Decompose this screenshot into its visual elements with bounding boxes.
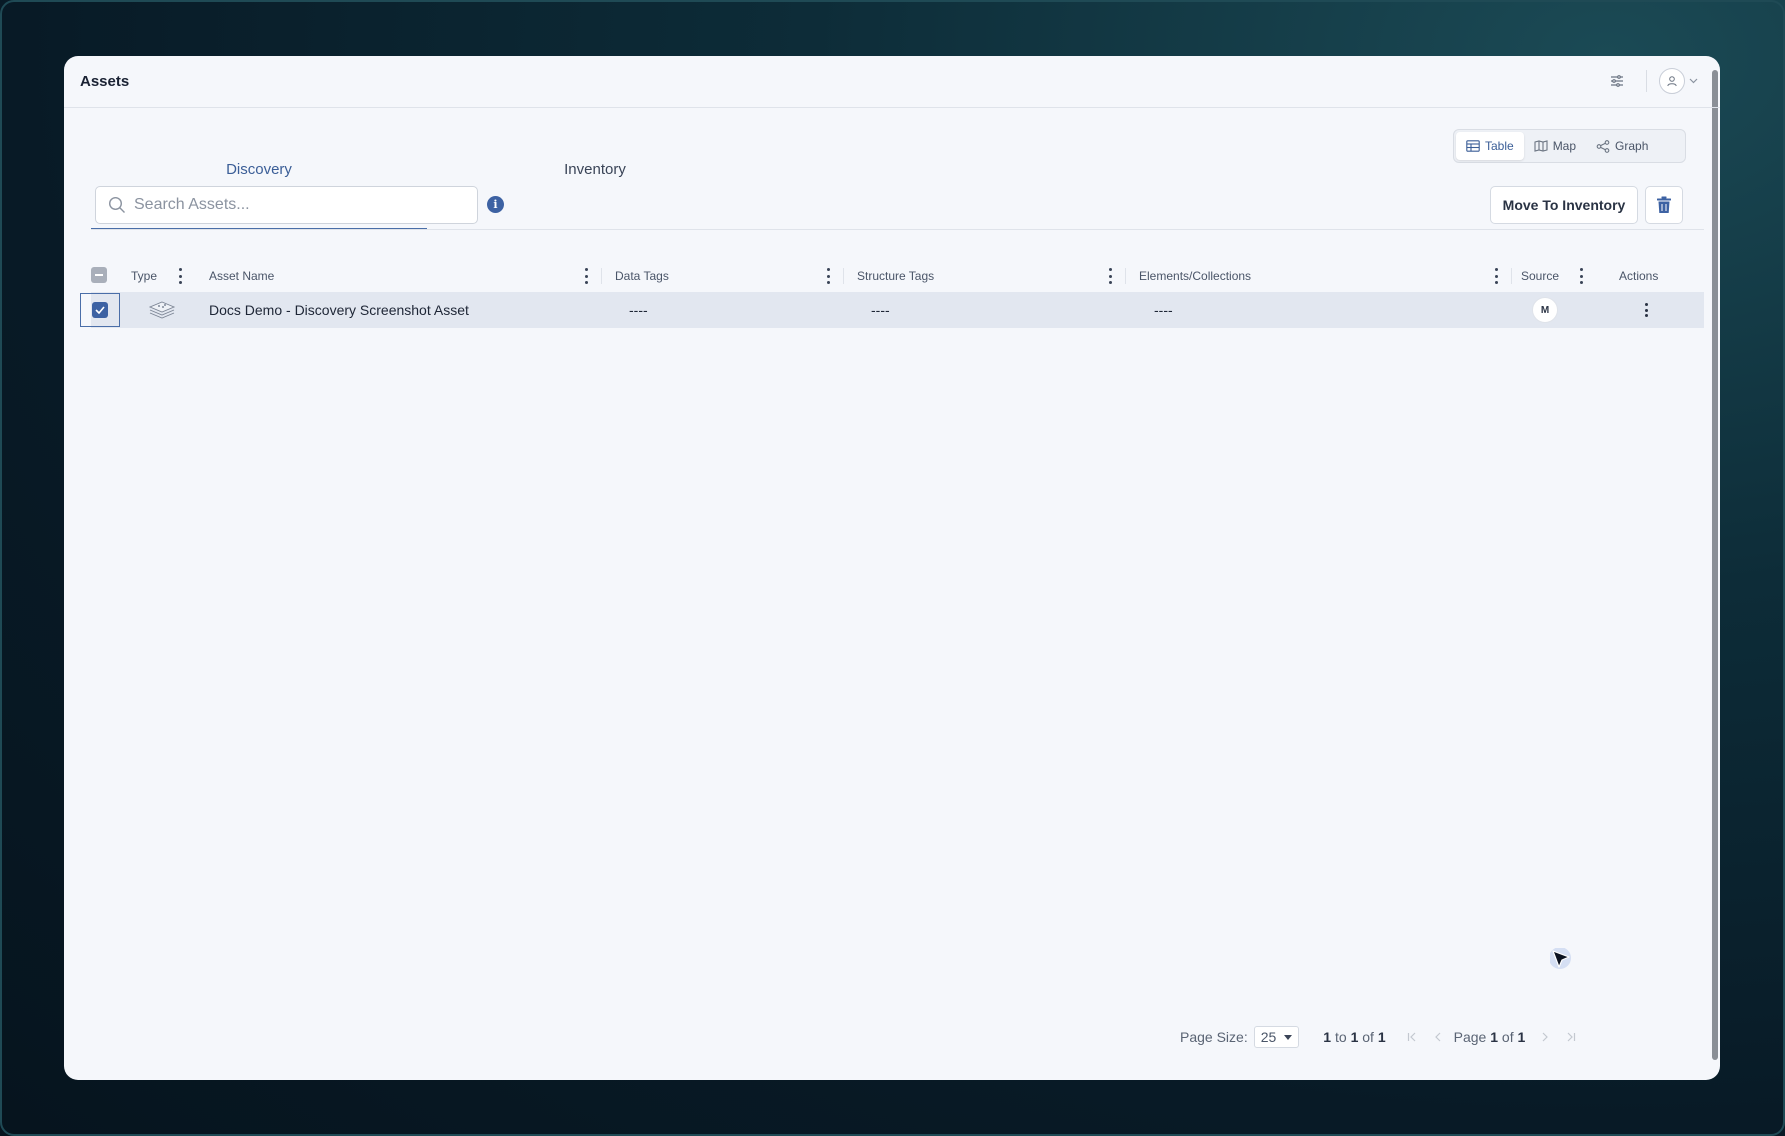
page-size-value: 25 — [1260, 1029, 1277, 1045]
page-header: Assets — [64, 56, 1720, 108]
column-header-asset-name[interactable]: Asset Name — [209, 258, 274, 294]
sliders-icon[interactable] — [1606, 70, 1628, 92]
share-graph-icon — [1596, 139, 1610, 153]
move-to-inventory-button[interactable]: Move To Inventory — [1490, 186, 1638, 224]
range-to: 1 — [1350, 1029, 1359, 1045]
column-menu-icon[interactable] — [1493, 268, 1499, 284]
select-all-checkbox[interactable] — [91, 267, 107, 283]
view-map-label: Map — [1552, 139, 1577, 153]
search-box — [95, 186, 478, 224]
tabs-divider — [91, 229, 1704, 230]
stacked-layers-icon — [147, 292, 177, 328]
chevron-down-icon — [1689, 78, 1698, 84]
next-page-icon[interactable] — [1535, 1027, 1555, 1047]
asset-name-cell[interactable]: Docs Demo - Discovery Screenshot Asset — [209, 292, 469, 328]
elements-collections-cell: ---- — [1154, 302, 1173, 318]
page-word: Page — [1453, 1029, 1487, 1045]
vertical-scrollbar[interactable] — [1712, 70, 1718, 1060]
view-table-label: Table — [1485, 139, 1514, 153]
view-switch: Table Map Graph — [1453, 129, 1686, 163]
table-icon — [1466, 140, 1480, 152]
view-graph-label: Graph — [1615, 139, 1649, 153]
source-cell: M — [1532, 292, 1558, 328]
header-controls — [1606, 68, 1698, 94]
row-actions-menu[interactable] — [1643, 292, 1649, 328]
column-separator[interactable] — [1125, 268, 1126, 284]
range-total: 1 — [1377, 1029, 1386, 1045]
info-icon[interactable]: i — [487, 196, 504, 213]
page-total: 1 — [1517, 1029, 1526, 1045]
source-badge: M — [1532, 297, 1558, 323]
pagination-bar: Page Size: 25 1 to 1 of 1 Page 1 of 1 — [1180, 1024, 1587, 1050]
view-graph-button[interactable]: Graph — [1586, 132, 1658, 160]
range-to-word: to — [1334, 1029, 1347, 1045]
prev-page-icon[interactable] — [1428, 1027, 1448, 1047]
column-menu-icon[interactable] — [177, 268, 183, 284]
table-header: Type Asset Name Data Tags Structure Tags… — [91, 258, 1704, 294]
mouse-cursor-icon — [1550, 948, 1571, 969]
header-divider — [1646, 70, 1647, 92]
data-tags-cell: ---- — [629, 302, 648, 318]
column-menu-icon[interactable] — [1578, 268, 1584, 284]
user-menu-button[interactable] — [1659, 68, 1698, 94]
column-menu-icon[interactable] — [1107, 268, 1113, 284]
row-range: 1 to 1 of 1 — [1323, 1029, 1385, 1045]
more-vertical-icon — [1643, 303, 1649, 317]
view-map-button[interactable]: Map — [1524, 132, 1586, 160]
page-of-word: of — [1501, 1029, 1514, 1045]
last-page-icon[interactable] — [1561, 1027, 1581, 1047]
column-header-source[interactable]: Source — [1521, 258, 1559, 294]
trash-icon — [1657, 196, 1671, 213]
map-icon — [1534, 140, 1548, 152]
caret-down-icon — [1284, 1034, 1293, 1040]
column-header-data-tags[interactable]: Data Tags — [615, 258, 669, 294]
structure-tags-cell: ---- — [871, 302, 890, 318]
table-row[interactable]: Docs Demo - Discovery Screenshot Asset -… — [80, 292, 1704, 328]
range-from: 1 — [1323, 1029, 1332, 1045]
row-checkbox-focus[interactable] — [80, 293, 120, 327]
delete-button[interactable] — [1645, 186, 1683, 224]
column-separator[interactable] — [843, 268, 844, 284]
search-icon — [108, 196, 125, 213]
page-indicator: Page 1 of 1 — [1454, 1029, 1526, 1045]
search-input[interactable] — [134, 196, 454, 214]
column-header-elements-collections[interactable]: Elements/Collections — [1139, 258, 1251, 294]
column-separator[interactable] — [601, 268, 602, 284]
page-current: 1 — [1490, 1029, 1499, 1045]
column-menu-icon[interactable] — [583, 268, 589, 284]
row-checkbox[interactable] — [92, 302, 108, 318]
column-separator[interactable] — [1511, 268, 1512, 284]
column-header-actions: Actions — [1619, 269, 1659, 283]
page-title: Assets — [80, 73, 130, 90]
column-header-structure-tags[interactable]: Structure Tags — [857, 258, 934, 294]
page-nav: Page 1 of 1 — [1402, 1027, 1588, 1047]
first-page-icon[interactable] — [1402, 1027, 1422, 1047]
page-size-select[interactable]: 25 — [1253, 1026, 1300, 1048]
page-size-label: Page Size: — [1180, 1029, 1248, 1045]
assets-window: Assets Discovery Inventory Table Map Gra… — [64, 56, 1720, 1080]
range-of-word: of — [1362, 1029, 1374, 1045]
user-icon — [1659, 68, 1685, 94]
column-menu-icon[interactable] — [825, 268, 831, 284]
view-table-button[interactable]: Table — [1456, 132, 1524, 160]
column-header-type[interactable]: Type — [131, 258, 157, 294]
